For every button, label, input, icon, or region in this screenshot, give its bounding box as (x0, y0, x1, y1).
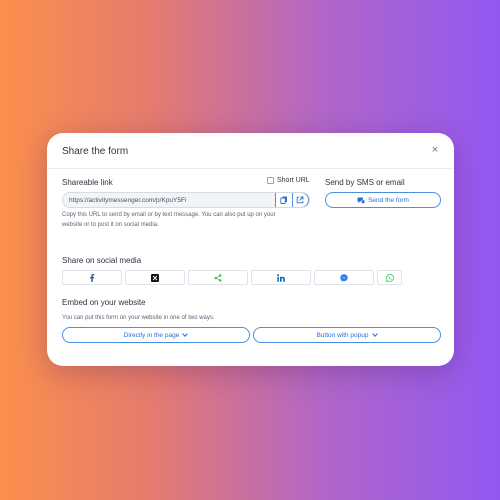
shareable-link-help-line2: website or to post it on social media. (62, 222, 159, 228)
close-icon[interactable]: × (429, 144, 441, 156)
embed-popup-button[interactable]: Button with popup (253, 327, 441, 343)
chevron-down-icon (371, 333, 378, 337)
embed-help: You can put this form on your website in… (62, 315, 215, 321)
shareable-url-value[interactable]: https://activitymessenger.com/p/KpuY5Fi (69, 197, 186, 204)
shareable-url-field[interactable]: https://activitymessenger.com/p/KpuY5Fi (62, 192, 310, 208)
share-facebook-button[interactable] (62, 270, 122, 285)
social-share-buttons (62, 270, 402, 285)
send-message-icon (357, 197, 366, 204)
copy-url-button[interactable] (275, 193, 293, 207)
messenger-icon (340, 273, 348, 282)
open-url-button[interactable] (291, 193, 309, 207)
url-actions (275, 193, 309, 207)
embed-label: Embed on your website (62, 298, 146, 307)
facebook-icon (89, 273, 95, 282)
share-form-modal: Share the form × Shareable link Short UR… (47, 133, 454, 366)
linkedin-icon (277, 273, 285, 282)
embed-popup-label: Button with popup (316, 331, 369, 339)
share-messenger-button[interactable] (314, 270, 374, 285)
short-url-label: Short URL (277, 177, 310, 184)
sms-email-label: Send by SMS or email (325, 178, 405, 187)
chevron-down-icon (182, 333, 189, 337)
x-icon (151, 273, 159, 282)
external-link-icon (296, 196, 304, 204)
share-generic-button[interactable] (188, 270, 248, 285)
whatsapp-icon (385, 273, 394, 282)
short-url-toggle[interactable]: Short URL (267, 177, 310, 184)
share-icon (214, 273, 222, 282)
embed-directly-button[interactable]: Directly in the page (62, 327, 250, 343)
send-form-button[interactable]: Send the form (325, 192, 441, 208)
embed-directly-label: Directly in the page (123, 331, 180, 339)
social-media-label: Share on social media (62, 256, 142, 265)
shareable-link-help-line1: Copy this URL to send by email or by tex… (62, 212, 276, 218)
send-form-button-label: Send the form (368, 196, 409, 204)
share-linkedin-button[interactable] (251, 270, 311, 285)
modal-header: Share the form × (47, 133, 454, 169)
modal-title: Share the form (62, 146, 129, 157)
short-url-checkbox[interactable] (267, 177, 274, 184)
share-whatsapp-button[interactable] (377, 270, 402, 285)
shareable-link-label: Shareable link (62, 178, 113, 187)
share-x-button[interactable] (125, 270, 185, 285)
copy-icon (280, 196, 288, 204)
